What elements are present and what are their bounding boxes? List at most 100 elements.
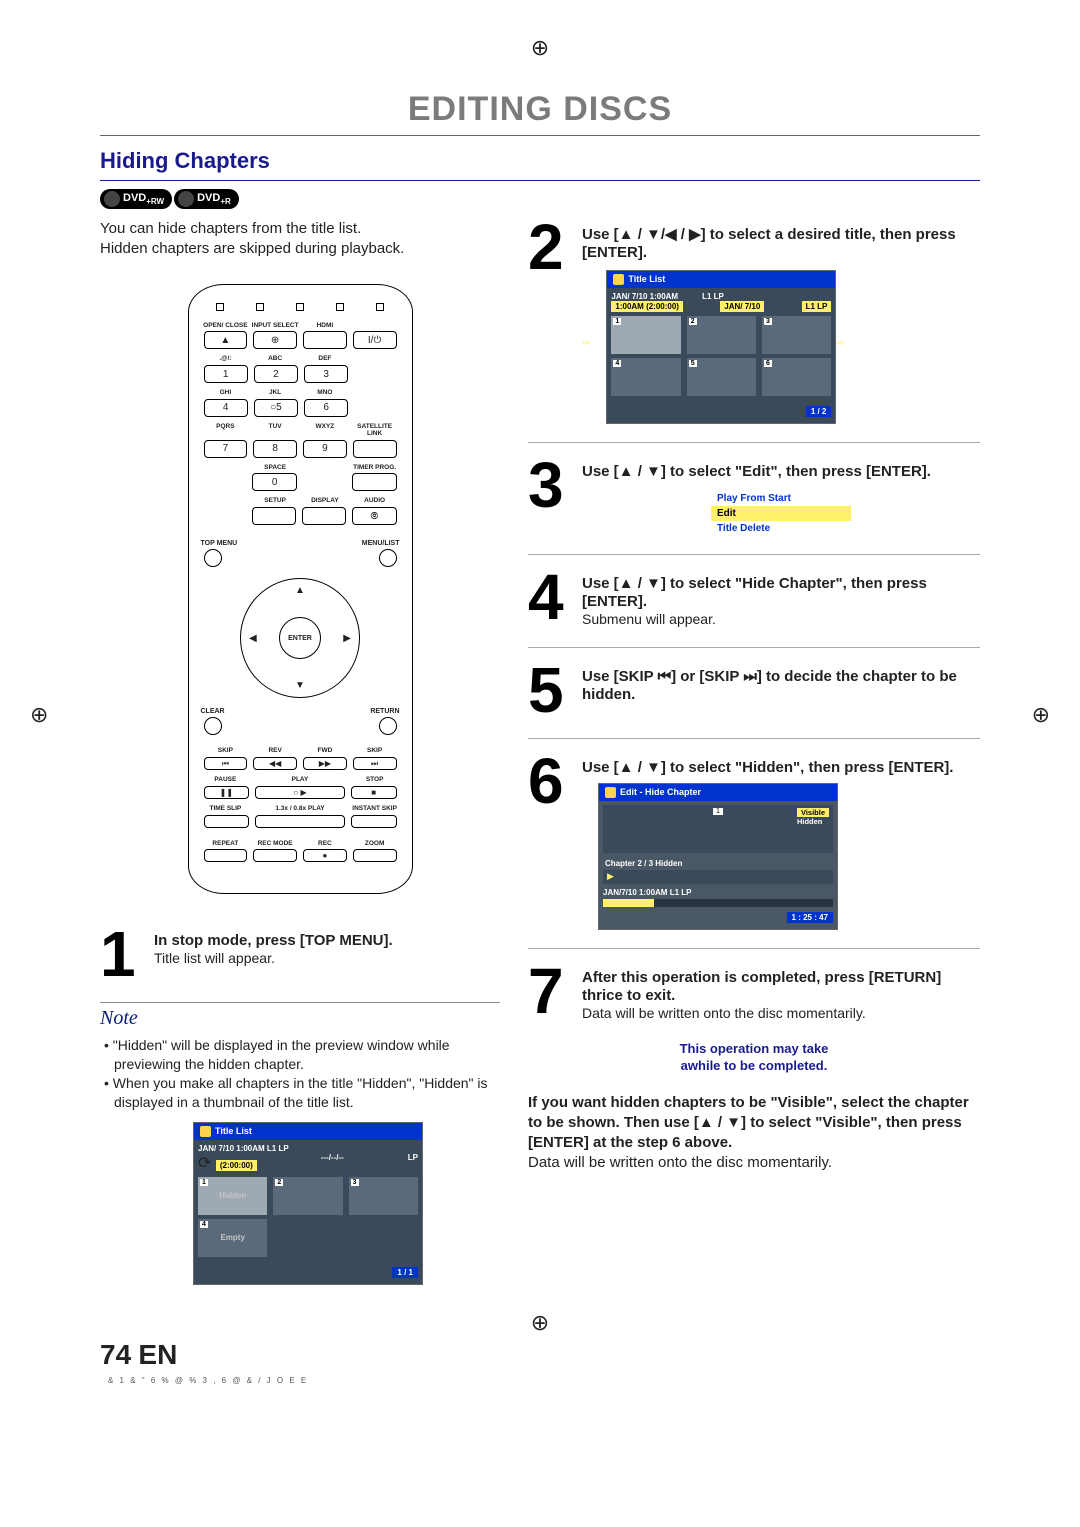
display-button[interactable]: [302, 507, 346, 525]
thumb-2: 2: [687, 316, 756, 354]
open-close-button[interactable]: ▲: [204, 331, 248, 349]
step-7-instruction: After this operation is completed, press…: [582, 969, 941, 1004]
step-number: 3: [528, 457, 574, 536]
step-divider: [528, 554, 980, 555]
skip-back-button[interactable]: ⏮: [204, 757, 248, 770]
page-lang: EN: [138, 1339, 177, 1370]
note-title: Note: [100, 1007, 500, 1030]
play-button[interactable]: ○ ▶: [255, 786, 345, 799]
menu-play-from-start: Play From Start: [711, 491, 851, 506]
thumb-5: 5: [687, 358, 756, 396]
page-title: EDITING DISCS: [100, 90, 980, 129]
step-2-instruction: Use [▲ / ▼/◀ / ▶] to select a desired ti…: [582, 226, 956, 261]
power-button[interactable]: I/⏻: [353, 331, 397, 349]
step-number: 4: [528, 569, 574, 629]
nav-pad[interactable]: ▲▼ ◀▶ ENTER: [240, 578, 360, 698]
step-number: 6: [528, 753, 574, 930]
step-4-instruction: Use [▲ / ▼] to select "Hide Chapter", th…: [582, 575, 927, 610]
format-badges: DVD+RW DVD+R: [100, 189, 980, 209]
step-number: 2: [528, 219, 574, 424]
top-menu-button[interactable]: [204, 549, 222, 567]
rec-button[interactable]: ●: [303, 849, 347, 862]
return-button[interactable]: [379, 717, 397, 735]
step-divider: [528, 442, 980, 443]
key-6[interactable]: 6: [304, 399, 348, 417]
list-icon: [613, 274, 624, 285]
pause-button[interactable]: ❚❚: [204, 786, 250, 799]
step-1: 1 In stop mode, press [TOP MENU]. Title …: [100, 926, 500, 984]
step-divider: [528, 738, 980, 739]
audio-button[interactable]: ⦾: [352, 507, 396, 525]
satellite-link-button[interactable]: [353, 440, 397, 458]
step-number: 1: [100, 926, 146, 984]
list-icon: [605, 787, 616, 798]
key-8[interactable]: 8: [253, 440, 297, 458]
section-rule: [100, 180, 980, 181]
step-4-sub: Submenu will appear.: [582, 611, 716, 627]
play-icon: ▶: [607, 871, 614, 882]
section-title: Hiding Chapters: [100, 148, 980, 174]
step-2: 2 Use [▲ / ▼/◀ / ▶] to select a desired …: [528, 219, 980, 424]
enter-button[interactable]: ENTER: [279, 617, 321, 659]
intro-line-1: You can hide chapters from the title lis…: [100, 219, 500, 239]
zoom-button[interactable]: [353, 849, 397, 862]
hdmi-button[interactable]: [303, 331, 347, 349]
crop-mark-top: ⊕: [531, 35, 549, 61]
thumb-4: 4: [611, 358, 680, 396]
stop-button[interactable]: ■: [351, 786, 397, 799]
step-4: 4 Use [▲ / ▼] to select "Hide Chapter", …: [528, 569, 980, 629]
setup-button[interactable]: [252, 507, 296, 525]
step-1-sub: Title list will appear.: [154, 950, 275, 966]
key-4[interactable]: 4: [204, 399, 248, 417]
key-2[interactable]: 2: [254, 365, 298, 383]
fwd-button[interactable]: ▶▶: [303, 757, 347, 770]
input-select-button[interactable]: ⊕: [253, 331, 297, 349]
visible-instruction: If you want hidden chapters to be "Visib…: [528, 1093, 980, 1154]
crop-mark-right: ⊕: [1032, 702, 1050, 728]
title-rule: [100, 135, 980, 136]
skip-fwd-button[interactable]: ⏭: [353, 757, 397, 770]
intro-line-2: Hidden chapters are skipped during playb…: [100, 239, 500, 259]
rec-mode-button[interactable]: [253, 849, 297, 862]
thumb-1: 1Hidden: [198, 1177, 267, 1215]
thumb-4: 4Empty: [198, 1219, 267, 1257]
edit-menu: Play From Start Edit Title Delete: [711, 491, 851, 536]
instant-skip-button[interactable]: [351, 815, 397, 828]
thumb-1: 1: [611, 316, 680, 354]
step-6: 6 Use [▲ / ▼] to select "Hidden", then p…: [528, 753, 980, 930]
step-1-instruction: In stop mode, press [TOP MENU].: [154, 932, 393, 949]
time-slip-button[interactable]: [204, 815, 250, 828]
step-6-instruction: Use [▲ / ▼] to select "Hidden", then pre…: [582, 759, 953, 776]
var-play-button[interactable]: [255, 815, 345, 828]
key-0[interactable]: 0: [252, 473, 297, 491]
left-arrow-icon: ⇦: [582, 338, 590, 349]
step-7-sub: Data will be written onto the disc momen…: [582, 1005, 866, 1021]
timer-prog-button[interactable]: [352, 473, 397, 491]
note-rule: [100, 1002, 500, 1003]
crop-mark-left: ⊕: [30, 702, 48, 728]
page-number: 74: [100, 1339, 131, 1370]
key-9[interactable]: 9: [303, 440, 347, 458]
key-1[interactable]: 1: [204, 365, 248, 383]
title-list-osd: Title List JAN/ 7/10 1:00AML1 LP 1:00AM …: [606, 270, 836, 424]
key-5[interactable]: ○5: [254, 399, 298, 417]
key-3[interactable]: 3: [304, 365, 348, 383]
step-3-instruction: Use [▲ / ▼] to select "Edit", then press…: [582, 463, 931, 480]
visible-instruction-sub: Data will be written onto the disc momen…: [528, 1153, 980, 1173]
rev-button[interactable]: ◀◀: [253, 757, 297, 770]
title-list-hidden-preview: Title List JAN/ 7/10 1:00AM L1 LP ⟳ (2:0…: [193, 1122, 423, 1285]
step-5-instruction: Use [SKIP ⏮] or [SKIP ⏭] to decide the c…: [582, 668, 957, 703]
menu-list-button[interactable]: [379, 549, 397, 567]
note-item-1: "Hidden" will be displayed in the previe…: [114, 1036, 500, 1074]
repeat-button[interactable]: [204, 849, 248, 862]
clear-button[interactable]: [204, 717, 222, 735]
chapter-status: Chapter 2 / 3 Hidden: [605, 859, 833, 868]
edit-hide-chapter-osd: Edit - Hide Chapter 1 Visible Hidden Cha…: [598, 783, 838, 930]
thumb-3: 3: [349, 1177, 418, 1215]
step-number: 7: [528, 963, 574, 1023]
step-7: 7 After this operation is completed, pre…: [528, 963, 980, 1023]
hidden-option: Hidden: [797, 817, 829, 826]
visible-option: Visible: [797, 808, 829, 817]
step-number: 5: [528, 662, 574, 720]
key-7[interactable]: 7: [204, 440, 248, 458]
